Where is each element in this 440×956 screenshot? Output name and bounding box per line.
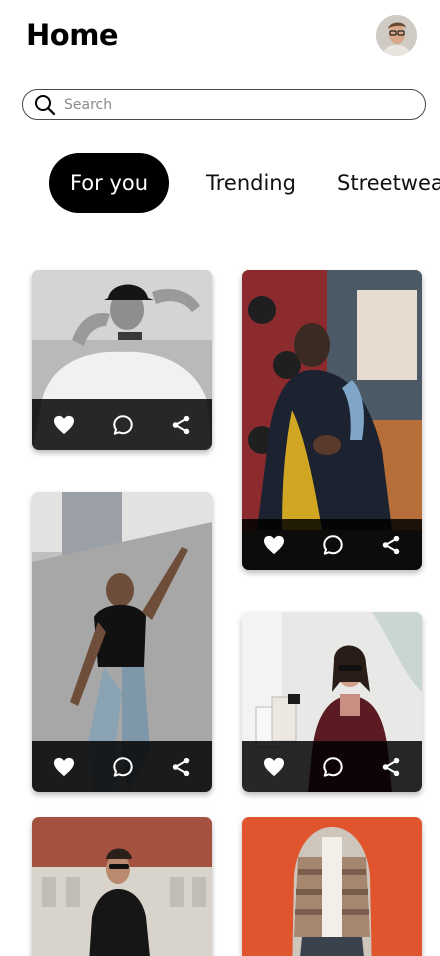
share-icon[interactable] — [169, 755, 193, 779]
feed-card[interactable] — [242, 817, 422, 956]
feed-card[interactable] — [242, 270, 422, 570]
feed-card[interactable] — [242, 612, 422, 792]
avatar[interactable] — [376, 15, 417, 56]
action-bar — [242, 519, 422, 570]
feed-card[interactable] — [32, 817, 212, 956]
action-bar — [32, 399, 212, 450]
tab-streetwear[interactable]: Streetwear — [337, 153, 440, 213]
share-icon[interactable] — [169, 413, 193, 437]
feed-card[interactable] — [32, 270, 212, 450]
heart-icon[interactable] — [52, 755, 76, 779]
post-image — [242, 817, 422, 956]
action-bar — [32, 741, 212, 792]
search-icon — [35, 94, 56, 115]
heart-icon[interactable] — [262, 755, 286, 779]
comment-icon[interactable] — [111, 755, 135, 779]
post-image — [32, 817, 212, 956]
heart-icon[interactable] — [52, 413, 76, 437]
comment-icon[interactable] — [321, 755, 345, 779]
tab-for-you[interactable]: For you — [49, 153, 169, 213]
page-title: Home — [26, 18, 119, 52]
action-bar — [242, 741, 422, 792]
category-tabs: For you Trending Streetwear — [0, 153, 440, 213]
share-icon[interactable] — [379, 533, 403, 557]
tab-trending[interactable]: Trending — [206, 153, 296, 213]
search-input[interactable] — [64, 96, 384, 113]
comment-icon[interactable] — [321, 533, 345, 557]
comment-icon[interactable] — [111, 413, 135, 437]
feed-card[interactable] — [32, 492, 212, 792]
search-bar[interactable] — [22, 89, 426, 120]
heart-icon[interactable] — [262, 533, 286, 557]
share-icon[interactable] — [379, 755, 403, 779]
